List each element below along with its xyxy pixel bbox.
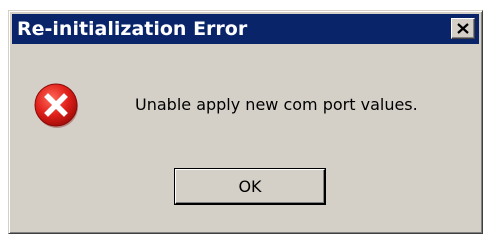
close-button[interactable]	[451, 18, 475, 39]
error-icon	[34, 83, 80, 129]
error-dialog: Re-initialization Error Unable apply new…	[8, 10, 483, 234]
close-icon	[457, 23, 469, 34]
title-bar[interactable]: Re-initialization Error	[12, 14, 479, 44]
dialog-title: Re-initialization Error	[17, 18, 248, 40]
ok-button[interactable]: OK	[175, 169, 325, 204]
error-message: Unable apply new com port values.	[135, 95, 418, 114]
